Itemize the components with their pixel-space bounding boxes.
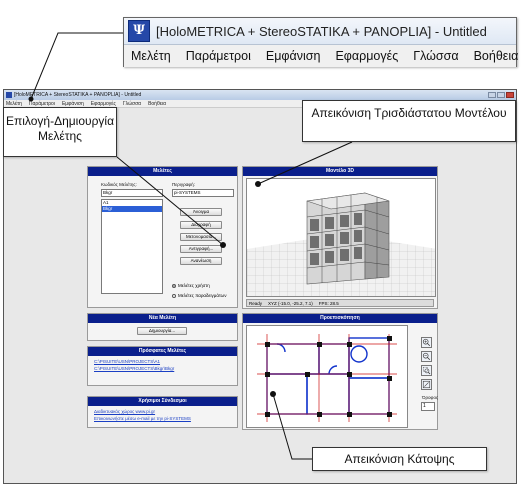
floor-label: Όροφος	[422, 395, 439, 400]
floor-value: 1	[423, 403, 426, 409]
model-3d-header: Μοντέλο 3D	[243, 167, 437, 176]
study-list[interactable]: A1 Bkgr	[101, 199, 163, 294]
radio-selected-icon	[172, 283, 176, 288]
description-input[interactable]: pi-SYSTEMS	[172, 189, 234, 197]
study-code-input[interactable]: Bkgr	[101, 189, 163, 197]
zoomed-window-title: [HoloMETRICA + StereoSTATIKA + PANOPLIA]…	[156, 23, 487, 39]
status-coordinates: XYZ (-15.0, -25.2, 7.1)	[268, 300, 313, 306]
menu-parameters[interactable]: Παράμετροι	[29, 101, 55, 107]
callout-3d-model: Απεικόνιση Τρισδιάστατου Μοντέλου	[302, 100, 516, 142]
menu-help[interactable]: Βοήθεια	[471, 49, 522, 63]
menu-applications[interactable]: Εφαρμογές	[91, 101, 116, 107]
refresh-button[interactable]: Ανανέωση	[180, 257, 222, 265]
new-study-panel: Νέα Μελέτη Δημιουργία...	[87, 313, 238, 341]
radio-example-studies[interactable]: Μελέτες παραδειγμάτων	[172, 293, 226, 298]
copy-button[interactable]: Αντιγραφή...	[180, 245, 222, 253]
zoomed-menu-bar: Μελέτη Παράμετροι Εμφάνιση Εφαρμογές Γλώ…	[124, 45, 518, 67]
menu-parameters[interactable]: Παράμετροι	[183, 49, 254, 63]
app-logo-icon: Ψ	[128, 20, 150, 42]
zoom-window-icon[interactable]	[421, 365, 432, 376]
floor-plan-header: Προεπισκόπηση	[243, 314, 437, 323]
model-3d-panel: Μοντέλο 3D Ready XYZ (-15.0, -25.2, 7.1)…	[242, 166, 438, 309]
website-link[interactable]: Διαδικτυακός χώρος www.pi.gr	[94, 409, 155, 414]
radio-user-studies-label: Μελέτες χρήστη	[178, 283, 210, 288]
new-study-header: Νέα Μελέτη	[88, 314, 237, 323]
open-button[interactable]: Άνοιγμα	[180, 208, 222, 216]
window-title: [HoloMETRICA + StereoSTATIKA + PANOPLIA]…	[14, 92, 142, 98]
model-status-bar: Ready XYZ (-15.0, -25.2, 7.1) FPS: 28.5	[246, 299, 434, 307]
menu-help[interactable]: Βοήθεια	[148, 101, 166, 107]
radio-example-studies-label: Μελέτες παραδειγμάτων	[178, 293, 227, 298]
menu-language[interactable]: Γλώσσα	[410, 49, 461, 63]
delete-button[interactable]: Διαγραφή	[180, 221, 222, 229]
minimize-button[interactable]	[488, 92, 496, 98]
list-item-selected[interactable]: Bkgr	[102, 206, 162, 212]
recent-study-link[interactable]: C:\PISUITE\USN\PROJECTS\A1	[94, 359, 160, 364]
zoomed-title-menu: Ψ [HoloMETRICA + StereoSTATIKA + PANOPLI…	[123, 17, 518, 67]
window-title-bar: [HoloMETRICA + StereoSTATIKA + PANOPLIA]…	[4, 90, 516, 100]
status-ready: Ready	[249, 300, 263, 306]
description-label: Περιγραφή:	[172, 182, 195, 187]
recent-studies-header: Πρόσφατες Μελέτες	[88, 347, 237, 356]
study-code-label: Κωδικός Μελέτης:	[101, 182, 137, 187]
maximize-button[interactable]	[497, 92, 505, 98]
email-link[interactable]: Επικοινωνήστε μέσω e-mail με την pi-SYST…	[94, 416, 191, 421]
model-3d-viewport[interactable]	[246, 178, 436, 297]
menu-view[interactable]: Εμφάνιση	[263, 49, 324, 63]
close-button[interactable]	[506, 92, 514, 98]
menu-study[interactable]: Μελέτη	[6, 101, 22, 107]
floor-plan-drawing	[247, 326, 407, 427]
status-fps: FPS: 28.5	[318, 300, 339, 306]
menu-language[interactable]: Γλώσσα	[123, 101, 141, 107]
zoom-in-icon[interactable]	[421, 337, 432, 348]
useful-links-header: Χρήσιμοι Σύνδεσμοι	[88, 397, 237, 406]
studies-panel: Μελέτες Κωδικός Μελέτης: Bkgr Περιγραφή:…	[87, 166, 238, 308]
radio-unselected-icon	[172, 293, 176, 298]
callout-floor-plan: Απεικόνιση Κάτοψης	[312, 447, 487, 471]
floor-spinner[interactable]: 1	[421, 402, 435, 411]
menu-study[interactable]: Μελέτη	[128, 49, 174, 63]
create-button[interactable]: Δημιουργία...	[137, 327, 187, 335]
zoom-extents-icon[interactable]	[421, 379, 432, 390]
studies-panel-header: Μελέτες	[88, 167, 237, 176]
zoom-out-icon[interactable]	[421, 351, 432, 362]
floor-plan-panel: Προεπισκόπηση Όροφος 1	[242, 313, 438, 430]
zoomed-title-bar: Ψ [HoloMETRICA + StereoSTATIKA + PANOPLI…	[124, 18, 516, 45]
callout-select-study: Επιλογή-Δημιουργία Μελέτης	[3, 107, 117, 157]
recent-study-link[interactable]: C:\PISUITE\USN\PROJECTS\Bkgr\Bkgr	[94, 366, 174, 371]
menu-view[interactable]: Εμφάνιση	[62, 101, 84, 107]
menu-applications[interactable]: Εφαρμογές	[332, 49, 401, 63]
app-logo-icon	[6, 92, 12, 98]
radio-user-studies[interactable]: Μελέτες χρήστη	[172, 283, 210, 288]
recent-studies-panel: Πρόσφατες Μελέτες C:\PISUITE\USN\PROJECT…	[87, 346, 238, 386]
useful-links-panel: Χρήσιμοι Σύνδεσμοι Διαδικτυακός χώρος ww…	[87, 396, 238, 428]
building-3d-render	[247, 179, 435, 296]
floor-plan-viewport[interactable]	[246, 325, 408, 428]
rename-button[interactable]: Μετονομασία...	[180, 233, 222, 241]
